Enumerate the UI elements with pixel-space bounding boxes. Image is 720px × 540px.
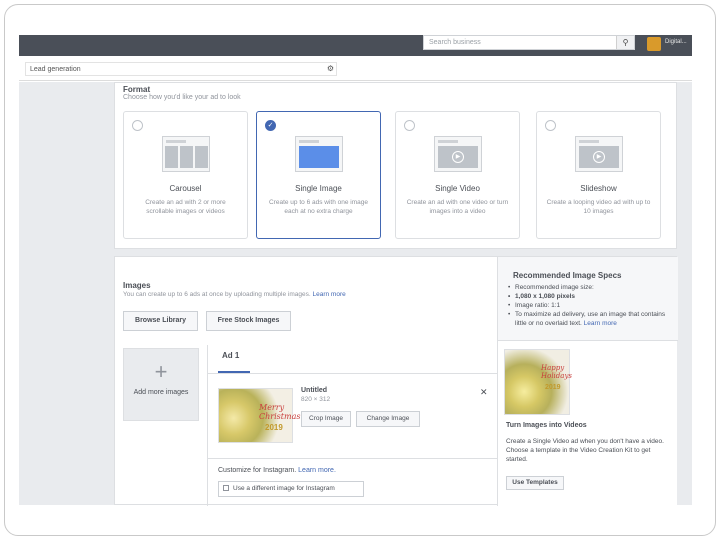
user-name[interactable]: Digital...: [665, 39, 687, 45]
format-section: Format Choose how you'd like your ad to …: [114, 82, 677, 249]
divider: [208, 373, 498, 374]
format-option-single-image[interactable]: ✓ Single Image Create up to 6 ads with o…: [256, 111, 381, 239]
check-icon[interactable]: ✓: [265, 120, 276, 131]
close-icon[interactable]: ✕: [480, 387, 488, 398]
format-subtitle: Choose how you'd like your ad to look: [123, 94, 241, 101]
option-description: Create an ad with 2 or more scrollable i…: [145, 199, 226, 215]
search-icon[interactable]: ⚲: [616, 36, 634, 49]
customize-text: Customize for Instagram.: [218, 467, 297, 474]
business-search-input[interactable]: Search business ⚲: [423, 35, 635, 50]
avatar[interactable]: [647, 37, 661, 51]
option-name: Single Video: [435, 184, 480, 193]
option-name: Carousel: [169, 184, 202, 193]
option-name: Slideshow: [580, 184, 617, 193]
thumbnail-text: Merry Christmas: [259, 403, 301, 421]
top-navigation-bar: Search business ⚲ Digital...: [19, 35, 692, 56]
customize-instagram-label: Customize for Instagram. Learn more.: [218, 467, 336, 474]
images-section: Images You can create up to 6 ads at onc…: [114, 256, 678, 506]
carousel-icon: [162, 136, 210, 172]
option-description: Create an ad with one video or turn imag…: [406, 199, 509, 215]
images-title: Images: [123, 281, 151, 290]
images-subtitle-text: You can create up to 6 ads at once by up…: [123, 291, 311, 298]
specs-title: Recommended Image Specs: [513, 271, 622, 280]
image-file-name: Untitled: [301, 387, 328, 394]
plus-icon: +: [154, 359, 168, 384]
option-description: Create a looping video ad with up to 10 …: [546, 199, 651, 215]
radio-button[interactable]: [404, 120, 415, 131]
checkbox-icon[interactable]: [223, 485, 229, 491]
ad-image-thumbnail: Merry Christmas 2019: [218, 388, 300, 443]
specs-learn-more-link[interactable]: Learn more: [584, 320, 617, 327]
format-title: Format: [123, 85, 151, 94]
right-panel: Recommended Image Specs Recommended imag…: [497, 257, 678, 506]
use-templates-button[interactable]: Use Templates: [506, 476, 564, 490]
promo-image-year: 2019: [545, 384, 561, 391]
image-file-size: 820 × 312: [301, 396, 331, 403]
learn-more-link[interactable]: Learn more: [312, 291, 345, 298]
ad-editor-panel: Ad 1 Merry Christmas 2019 Untitled 820 ×…: [207, 345, 498, 506]
spec-item: To maximize ad delivery, use an image th…: [508, 310, 674, 328]
instagram-option-label: Use a different image for Instagram: [233, 485, 335, 492]
customize-learn-more-link[interactable]: Learn more.: [298, 467, 336, 474]
search-placeholder: Search business: [429, 39, 481, 46]
spec-item: 1,080 x 1,080 pixels: [508, 292, 674, 301]
screenshot-frame: Search business ⚲ Digital... Lead genera…: [4, 4, 716, 536]
divider: [208, 458, 498, 459]
campaign-value: Lead generation: [30, 66, 81, 73]
image-specs-panel: Recommended Image Specs Recommended imag…: [498, 257, 678, 341]
add-more-images-label: Add more images: [133, 389, 189, 396]
radio-button[interactable]: [545, 120, 556, 131]
single-image-icon: [295, 136, 343, 172]
format-option-single-video[interactable]: ▶ Single Video Create an ad with one vid…: [395, 111, 520, 239]
option-description: Create up to 6 ads with one image each a…: [268, 199, 368, 215]
images-subtitle: You can create up to 6 ads at once by up…: [123, 291, 346, 298]
change-image-button[interactable]: Change Image: [356, 411, 420, 427]
spec-item: Recommended image size:: [508, 283, 674, 292]
spec-item: Image ratio: 1:1: [508, 301, 674, 310]
tab-ad-1[interactable]: Ad 1: [222, 351, 239, 360]
browse-library-button[interactable]: Browse Library: [123, 311, 198, 331]
slideshow-icon: ▶: [575, 136, 623, 172]
gear-icon[interactable]: ⚙: [327, 64, 334, 73]
thumbnail-year: 2019: [265, 423, 283, 432]
promo-image-text: Happy Holidays: [541, 364, 572, 380]
radio-button[interactable]: [132, 120, 143, 131]
video-icon: ▶: [434, 136, 482, 172]
video-promo-title: Turn Images into Videos: [506, 422, 587, 429]
add-more-images-button[interactable]: + Add more images: [123, 348, 199, 421]
free-stock-images-button[interactable]: Free Stock Images: [206, 311, 291, 331]
specs-list: Recommended image size: 1,080 x 1,080 pi…: [508, 283, 674, 328]
campaign-selector[interactable]: Lead generation ⚙: [25, 62, 337, 76]
instagram-image-checkbox[interactable]: Use a different image for Instagram: [218, 481, 364, 497]
video-promo-image: Happy Holidays 2019: [504, 349, 572, 415]
video-promo-text: Create a Single Video ad when you don't …: [506, 438, 664, 463]
crop-image-button[interactable]: Crop Image: [301, 411, 351, 427]
option-name: Single Image: [295, 184, 342, 193]
campaign-bar: Lead generation ⚙: [19, 57, 692, 81]
main-content: Format Choose how you'd like your ad to …: [19, 82, 692, 506]
format-option-slideshow[interactable]: ▶ Slideshow Create a looping video ad wi…: [536, 111, 661, 239]
format-option-carousel[interactable]: Carousel Create an ad with 2 or more scr…: [123, 111, 248, 239]
